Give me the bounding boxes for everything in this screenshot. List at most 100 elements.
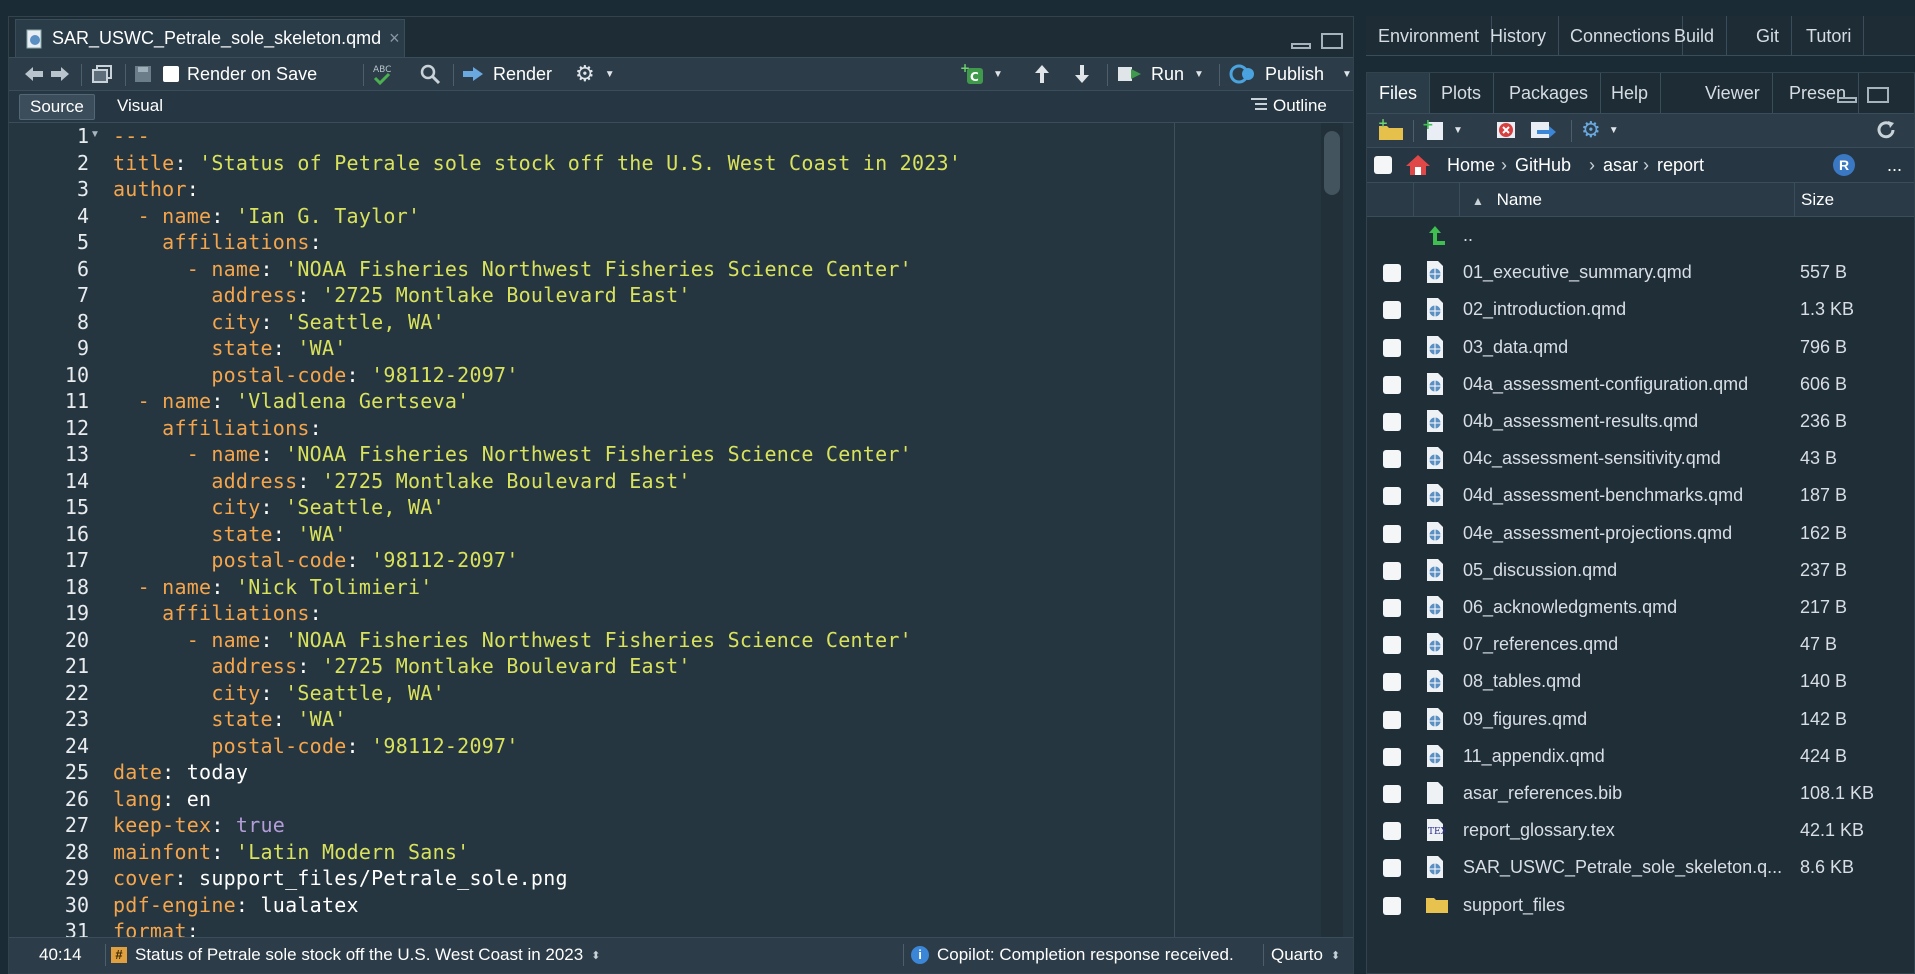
breadcrumb-home[interactable]: Home bbox=[1447, 148, 1495, 182]
parent-directory-label[interactable]: .. bbox=[1463, 217, 1473, 254]
file-select-checkbox[interactable] bbox=[1383, 561, 1401, 580]
file-row[interactable]: 09_figures.qmd 142 B bbox=[1367, 701, 1914, 738]
go-next-section-icon[interactable] bbox=[1073, 58, 1091, 90]
file-select-checkbox[interactable] bbox=[1383, 896, 1401, 915]
editor-vertical-scrollbar[interactable] bbox=[1321, 123, 1343, 939]
file-select-checkbox[interactable] bbox=[1383, 375, 1401, 394]
tab-plots[interactable]: Plots bbox=[1429, 73, 1495, 113]
file-select-checkbox[interactable] bbox=[1383, 710, 1401, 729]
folder-row[interactable]: support_files bbox=[1367, 887, 1914, 924]
file-name-link[interactable]: 03_data.qmd bbox=[1463, 329, 1568, 366]
file-select-checkbox[interactable] bbox=[1383, 599, 1401, 617]
maximize-pane-icon[interactable] bbox=[1867, 87, 1889, 103]
file-name-link[interactable]: SAR_USWC_Petrale_sole_skeleton.q... bbox=[1463, 849, 1782, 886]
publish-button[interactable]: Publish ▼ bbox=[1229, 58, 1352, 90]
render-options-button[interactable]: ⚙ ▼ bbox=[575, 58, 615, 90]
parent-directory-row[interactable]: .. bbox=[1367, 217, 1914, 254]
maximize-pane-icon[interactable] bbox=[1321, 33, 1343, 49]
save-icon[interactable] bbox=[133, 58, 153, 90]
size-column-header[interactable]: Size bbox=[1794, 183, 1914, 216]
file-row[interactable]: SAR_USWC_Petrale_sole_skeleton.q... 8.6 K… bbox=[1367, 849, 1914, 886]
file-name-link[interactable]: 07_references.qmd bbox=[1463, 626, 1618, 663]
home-icon[interactable] bbox=[1405, 153, 1431, 182]
breadcrumb-github[interactable]: GitHub bbox=[1515, 148, 1571, 182]
file-name-link[interactable]: asar_references.bib bbox=[1463, 775, 1622, 812]
code-editor[interactable]: 1 2 3 4 5 6 7 8 9 10 11 12 13 14 15 16 17 18 19 20 21 22 23 24 2… bbox=[9, 123, 1353, 939]
r-project-icon[interactable]: R bbox=[1833, 154, 1855, 176]
new-blank-file-button[interactable]: + ▼ bbox=[1421, 114, 1463, 146]
file-select-checkbox[interactable] bbox=[1383, 338, 1401, 357]
render-on-save-checkbox[interactable] bbox=[163, 66, 179, 82]
file-select-checkbox[interactable] bbox=[1383, 524, 1401, 543]
file-name-link[interactable]: 11_appendix.qmd bbox=[1463, 738, 1605, 775]
show-in-window-icon[interactable] bbox=[91, 58, 115, 90]
render-button[interactable]: Render bbox=[461, 58, 552, 90]
file-row[interactable]: 01_executive_summary.qmd 557 B bbox=[1367, 254, 1914, 291]
fold-arrow-icon[interactable]: ▼ bbox=[90, 129, 100, 140]
file-name-link[interactable]: 04c_assessment-sensitivity.qmd bbox=[1463, 440, 1721, 477]
back-arrow-icon[interactable] bbox=[23, 58, 45, 90]
section-navigator[interactable]: # Status of Petrale sole stock off the U… bbox=[111, 938, 600, 972]
file-name-link[interactable]: report_glossary.tex bbox=[1463, 812, 1615, 849]
file-select-checkbox[interactable] bbox=[1383, 822, 1401, 841]
insert-chunk-button[interactable]: C + ▼ bbox=[959, 58, 1003, 90]
file-row[interactable]: 04a_assessment-configuration.qmd 606 B bbox=[1367, 366, 1914, 403]
file-name-link[interactable]: support_files bbox=[1463, 887, 1565, 924]
pane-splitter[interactable] bbox=[1354, 0, 1366, 974]
breadcrumb-asar[interactable]: asar bbox=[1603, 148, 1638, 182]
file-row[interactable]: 07_references.qmd 47 B bbox=[1367, 626, 1914, 663]
find-replace-icon[interactable] bbox=[419, 58, 441, 90]
file-row[interactable]: asar_references.bib 108.1 KB bbox=[1367, 775, 1914, 812]
file-row[interactable]: 08_tables.qmd 140 B bbox=[1367, 663, 1914, 700]
file-name-link[interactable]: 06_acknowledgments.qmd bbox=[1463, 589, 1677, 626]
file-select-checkbox[interactable] bbox=[1383, 636, 1401, 655]
more-file-commands-button[interactable]: ⚙ ▼ bbox=[1581, 114, 1619, 146]
document-tab[interactable]: SAR_USWC_Petrale_sole_skeleton.qmd × bbox=[15, 19, 405, 57]
file-select-checkbox[interactable] bbox=[1383, 413, 1401, 431]
file-name-link[interactable]: 09_figures.qmd bbox=[1463, 701, 1587, 738]
render-on-save-toggle[interactable]: Render on Save bbox=[163, 58, 317, 90]
run-button[interactable]: Run ▼ bbox=[1117, 58, 1204, 90]
breadcrumb-report[interactable]: report bbox=[1657, 148, 1704, 182]
refresh-icon[interactable] bbox=[1875, 114, 1897, 146]
delete-file-icon[interactable] bbox=[1493, 114, 1521, 146]
tab-files[interactable]: Files bbox=[1367, 73, 1431, 113]
name-column-header[interactable]: ▲ Name bbox=[1459, 183, 1794, 216]
minimize-pane-icon[interactable] bbox=[1291, 43, 1311, 49]
scrollbar-thumb[interactable] bbox=[1324, 131, 1340, 195]
file-row[interactable]: 03_data.qmd 796 B bbox=[1367, 329, 1914, 366]
file-name-link[interactable]: 08_tables.qmd bbox=[1463, 663, 1581, 700]
minimize-pane-icon[interactable] bbox=[1837, 97, 1857, 103]
file-row[interactable]: 04e_assessment-projections.qmd 162 B bbox=[1367, 515, 1914, 552]
file-select-checkbox[interactable] bbox=[1383, 859, 1401, 878]
spellcheck-icon[interactable]: ABC bbox=[371, 58, 399, 90]
file-type-selector[interactable]: Quarto ⬍ bbox=[1271, 938, 1340, 972]
file-name-link[interactable]: 02_introduction.qmd bbox=[1463, 291, 1626, 328]
close-tab-icon[interactable]: × bbox=[389, 28, 400, 49]
file-name-link[interactable]: 04b_assessment-results.qmd bbox=[1463, 403, 1698, 440]
outline-button[interactable]: Outline bbox=[1241, 94, 1337, 118]
tab-history[interactable]: History bbox=[1478, 16, 1560, 55]
visual-mode-button[interactable]: Visual bbox=[107, 94, 173, 118]
tab-tutori[interactable]: Tutori bbox=[1794, 16, 1865, 55]
file-row[interactable]: 04c_assessment-sensitivity.qmd 43 B bbox=[1367, 440, 1914, 477]
tab-environment[interactable]: Environment bbox=[1366, 16, 1493, 55]
file-name-link[interactable]: 05_discussion.qmd bbox=[1463, 552, 1617, 589]
file-row[interactable]: 05_discussion.qmd 237 B bbox=[1367, 552, 1914, 589]
tab-viewer[interactable]: Viewer bbox=[1693, 73, 1773, 113]
file-row[interactable]: 06_acknowledgments.qmd 217 B bbox=[1367, 589, 1914, 626]
file-row[interactable]: 11_appendix.qmd 424 B bbox=[1367, 738, 1914, 775]
file-name-link[interactable]: 04e_assessment-projections.qmd bbox=[1463, 515, 1732, 552]
select-all-checkbox[interactable] bbox=[1374, 156, 1392, 174]
file-name-link[interactable]: 04d_assessment-benchmarks.qmd bbox=[1463, 477, 1743, 514]
source-mode-button[interactable]: Source bbox=[19, 94, 95, 120]
more-options-button[interactable]: ... bbox=[1887, 148, 1902, 182]
file-select-checkbox[interactable] bbox=[1383, 747, 1401, 766]
file-select-checkbox[interactable] bbox=[1383, 450, 1401, 469]
tab-packages[interactable]: Packages bbox=[1497, 73, 1602, 113]
file-row[interactable]: 02_introduction.qmd 1.3 KB bbox=[1367, 291, 1914, 328]
rename-file-icon[interactable] bbox=[1529, 114, 1557, 146]
copilot-status[interactable]: i Copilot: Completion response received. bbox=[911, 938, 1234, 972]
file-select-checkbox[interactable] bbox=[1383, 673, 1401, 692]
file-row[interactable]: 04b_assessment-results.qmd 236 B bbox=[1367, 403, 1914, 440]
